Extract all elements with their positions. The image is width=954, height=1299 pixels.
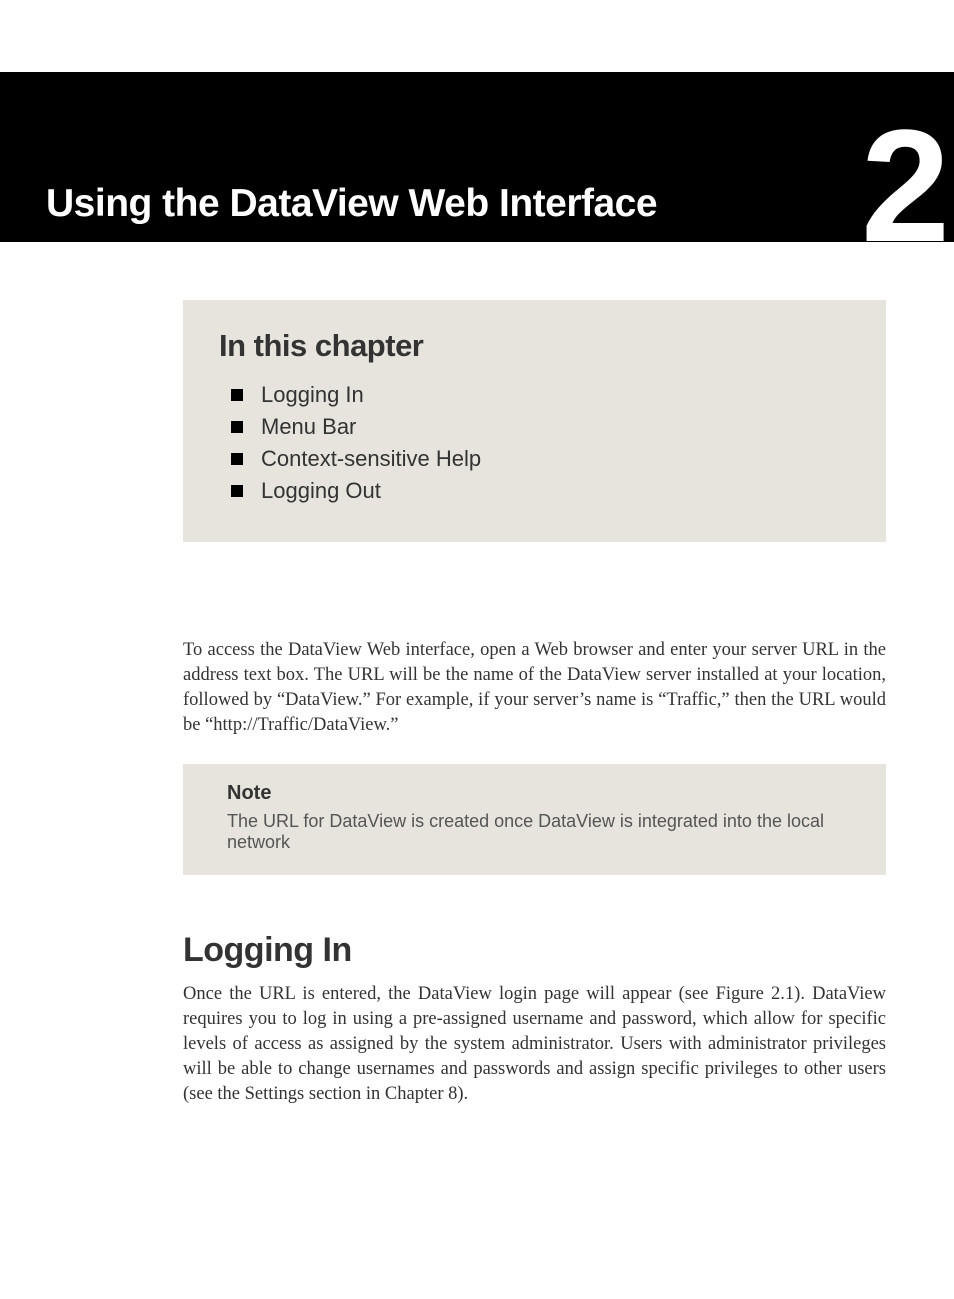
note-text: The URL for DataView is created once Dat…	[227, 811, 856, 853]
toc-list: Logging In Menu Bar Context-sensitive He…	[219, 382, 850, 504]
note-heading: Note	[227, 782, 856, 805]
content-column: In this chapter Logging In Menu Bar Cont…	[183, 242, 886, 1107]
chapter-header: Using the DataView Web Interface 2	[0, 72, 954, 242]
in-this-chapter-box: In this chapter Logging In Menu Bar Cont…	[183, 300, 886, 542]
section-heading-logging-in: Logging In	[183, 931, 886, 970]
toc-heading: In this chapter	[219, 328, 850, 364]
toc-item: Context-sensitive Help	[261, 446, 850, 472]
toc-item: Logging In	[261, 382, 850, 408]
toc-item: Logging Out	[261, 478, 850, 504]
chapter-number: 2	[861, 106, 944, 266]
intro-paragraph: To access the DataView Web interface, op…	[183, 638, 886, 738]
note-box: Note The URL for DataView is created onc…	[183, 764, 886, 875]
chapter-title: Using the DataView Web Interface	[46, 182, 657, 226]
toc-item: Menu Bar	[261, 414, 850, 440]
section-paragraph: Once the URL is entered, the DataView lo…	[183, 982, 886, 1107]
